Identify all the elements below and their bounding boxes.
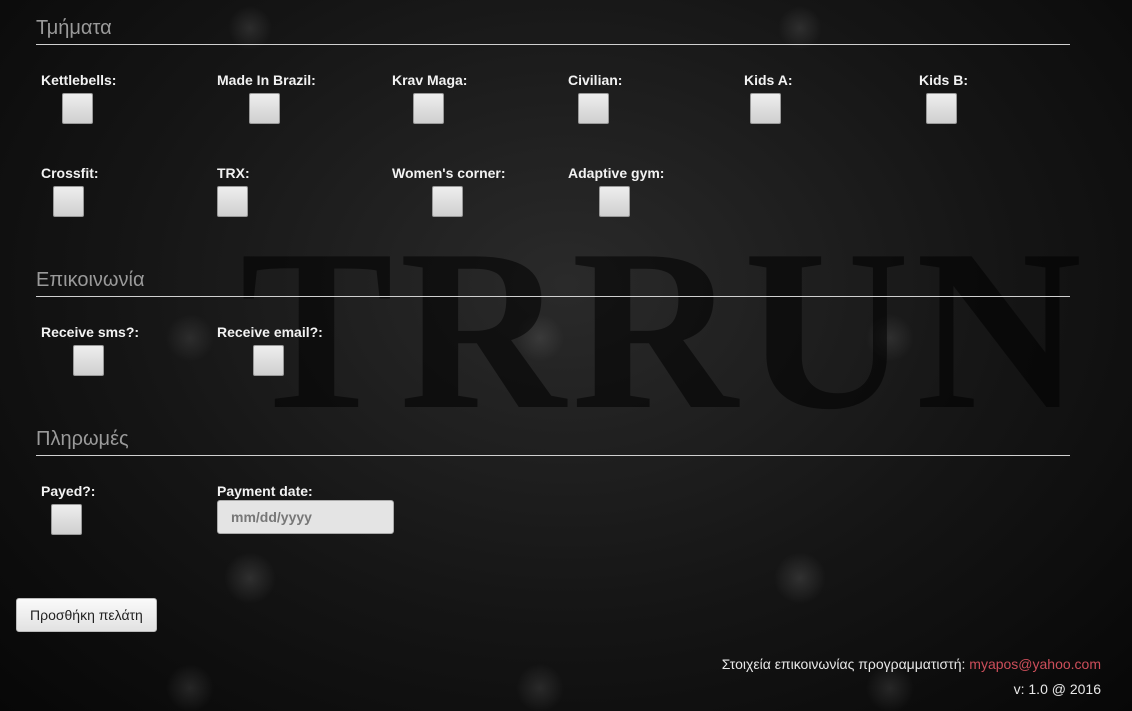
version-info: v: 1.0 @ 2016 bbox=[1013, 681, 1101, 697]
field-trx: TRX: bbox=[217, 165, 387, 181]
field-kettlebells: Kettlebells: bbox=[41, 72, 211, 88]
payments-title: Πληρωμές bbox=[36, 427, 1070, 456]
developer-contact: Στοιχεία επικοινωνίας προγραμματιστή: my… bbox=[722, 656, 1101, 672]
departments-section: Τμήματα bbox=[36, 16, 1070, 45]
payments-section: Πληρωμές bbox=[36, 427, 1070, 456]
kids-a-checkbox[interactable] bbox=[750, 93, 781, 124]
payed-checkbox[interactable] bbox=[51, 504, 82, 535]
civilian-label: Civilian: bbox=[568, 72, 623, 88]
contact-section: Επικοινωνία bbox=[36, 268, 1070, 297]
field-kids-a: Kids A: bbox=[744, 72, 914, 88]
field-kids-b: Kids B: bbox=[919, 72, 1089, 88]
field-crossfit: Crossfit: bbox=[41, 165, 211, 181]
trx-checkbox[interactable] bbox=[217, 186, 248, 217]
adaptive-gym-checkbox[interactable] bbox=[599, 186, 630, 217]
receive-email-checkbox[interactable] bbox=[253, 345, 284, 376]
field-payment-date: Payment date: bbox=[217, 483, 387, 499]
contact-title: Επικοινωνία bbox=[36, 268, 1070, 297]
receive-sms-checkbox[interactable] bbox=[73, 345, 104, 376]
kids-a-label: Kids A: bbox=[744, 72, 793, 88]
womens-corner-checkbox[interactable] bbox=[432, 186, 463, 217]
field-krav-maga: Krav Maga: bbox=[392, 72, 562, 88]
field-receive-sms: Receive sms?: bbox=[41, 324, 211, 340]
field-womens-corner: Women's corner: bbox=[392, 165, 562, 181]
kettlebells-checkbox[interactable] bbox=[62, 93, 93, 124]
krav-maga-checkbox[interactable] bbox=[413, 93, 444, 124]
field-adaptive-gym: Adaptive gym: bbox=[568, 165, 738, 181]
crossfit-checkbox[interactable] bbox=[53, 186, 84, 217]
receive-email-label: Receive email?: bbox=[217, 324, 323, 340]
civilian-checkbox[interactable] bbox=[578, 93, 609, 124]
womens-corner-label: Women's corner: bbox=[392, 165, 506, 181]
kettlebells-label: Kettlebells: bbox=[41, 72, 117, 88]
developer-contact-text: Στοιχεία επικοινωνίας προγραμματιστή: bbox=[721, 656, 966, 672]
crossfit-label: Crossfit: bbox=[41, 165, 99, 181]
add-customer-button[interactable]: Προσθήκη πελάτη bbox=[16, 598, 157, 632]
field-receive-email: Receive email?: bbox=[217, 324, 387, 340]
made-in-brazil-label: Made In Brazil: bbox=[217, 72, 316, 88]
adaptive-gym-label: Adaptive gym: bbox=[568, 165, 665, 181]
payed-label: Payed?: bbox=[41, 483, 96, 499]
developer-email-link[interactable]: myapos@yahoo.com bbox=[969, 656, 1101, 672]
trx-label: TRX: bbox=[217, 165, 250, 181]
departments-title: Τμήματα bbox=[36, 16, 1070, 45]
kids-b-label: Kids B: bbox=[919, 72, 968, 88]
payment-date-label: Payment date: bbox=[217, 483, 313, 499]
made-in-brazil-checkbox[interactable] bbox=[249, 93, 280, 124]
krav-maga-label: Krav Maga: bbox=[392, 72, 468, 88]
field-civilian: Civilian: bbox=[568, 72, 738, 88]
field-made-in-brazil: Made In Brazil: bbox=[217, 72, 387, 88]
payment-date-input[interactable]: mm/dd/yyyy bbox=[217, 500, 394, 534]
receive-sms-label: Receive sms?: bbox=[41, 324, 140, 340]
kids-b-checkbox[interactable] bbox=[926, 93, 957, 124]
field-payed: Payed?: bbox=[41, 483, 211, 499]
